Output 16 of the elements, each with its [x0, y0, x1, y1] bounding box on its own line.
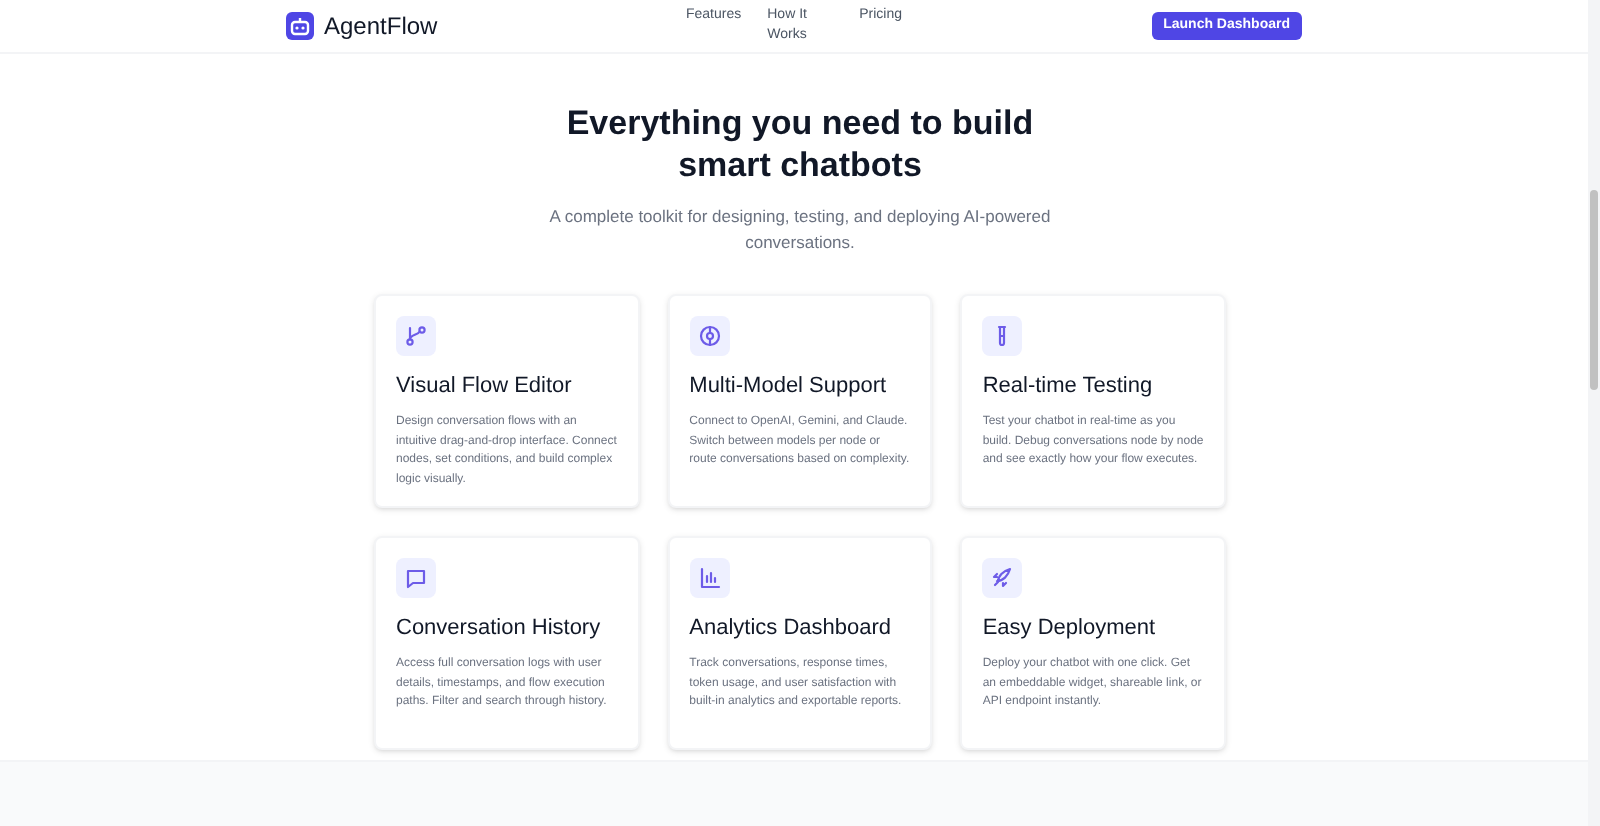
- message-icon: [396, 558, 436, 598]
- hero-title: Everything you need to build smart chatbots: [564, 102, 1036, 186]
- branch-icon: [396, 316, 436, 356]
- hero-subtitle: A complete toolkit for designing, testing, and deploying AI-powered conversations.: [547, 204, 1053, 256]
- robot-icon: [286, 12, 314, 40]
- feature-title: Multi-Model Support: [689, 372, 889, 400]
- feature-title: Real-time Testing: [982, 372, 1155, 400]
- compass-icon: [689, 316, 730, 356]
- bar-chart-icon: [689, 558, 730, 598]
- feature-title: Conversation History: [396, 614, 603, 642]
- test-tube-icon: [982, 316, 1023, 356]
- brand-name: AgentFlow: [324, 10, 438, 44]
- feature-title: Analytics Dashboard: [689, 614, 894, 642]
- rocket-icon: [982, 558, 1023, 598]
- feature-title: Easy Deployment: [982, 614, 1158, 642]
- feature-title: Visual Flow Editor: [396, 372, 574, 400]
